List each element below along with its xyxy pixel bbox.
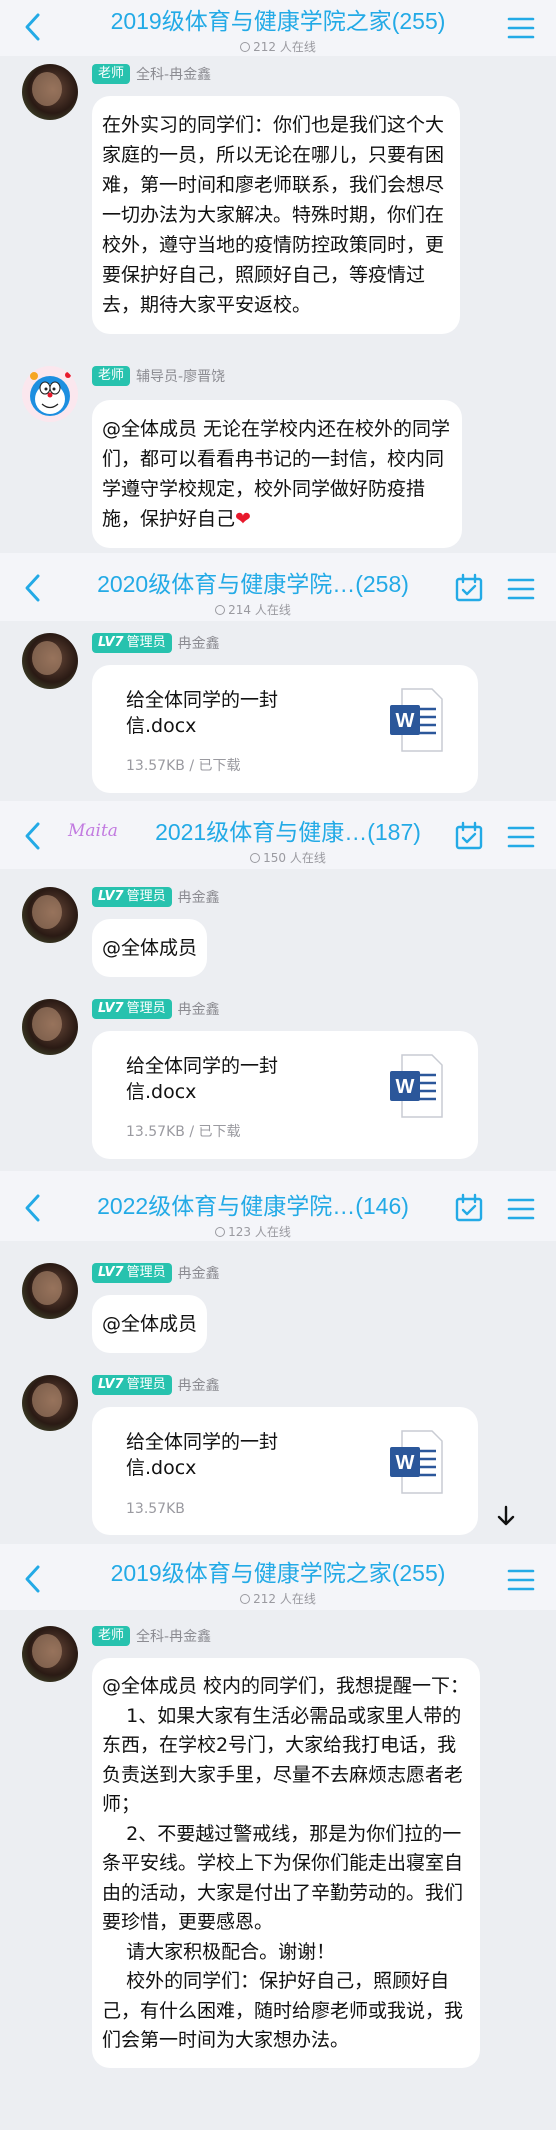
sender-name: 辅导员-廖晋饶 (136, 369, 226, 385)
avatar-doraemon[interactable] (22, 366, 78, 422)
sender-name: 全科-冉金鑫 (136, 1629, 212, 1645)
online-count: 212 人在线 (60, 1590, 496, 1607)
avatar[interactable] (22, 999, 78, 1055)
sender-meta: 老师 辅导员-廖晋饶 (92, 366, 225, 388)
scroll-down-arrow-icon[interactable] (496, 1505, 516, 1527)
word-file-icon: W (388, 1053, 444, 1119)
message-text: @全体成员 (102, 937, 198, 959)
doraemon-icon (30, 372, 71, 416)
online-icon (240, 1594, 251, 1604)
admin-badge: LV7 管理员 (92, 887, 172, 907)
avatar[interactable] (22, 633, 78, 689)
sender-name: 冉金鑫 (177, 636, 220, 652)
online-icon (215, 605, 226, 615)
teacher-badge: 老师 (92, 1626, 131, 1646)
chat-screenshot-5: 2019级体育与健康学院之家(255) 212 人在线 老师 全科-冉金鑫 @全体… (0, 1544, 556, 2130)
admin-badge: LV7 管理员 (92, 1263, 172, 1283)
group-title[interactable]: 2019级体育与健康学院之家(255) (60, 1554, 496, 1588)
avatar[interactable] (22, 64, 78, 120)
sender-meta: LV7 管理员 冉金鑫 (92, 999, 220, 1021)
calendar-check-icon[interactable] (454, 821, 484, 851)
online-icon (215, 1227, 226, 1237)
word-file-icon: W (388, 1429, 444, 1495)
online-count: 123 人在线 (60, 1223, 446, 1240)
file-size: 13.57KB / 已下载 (126, 758, 241, 774)
message-text: @全体成员 无论在学校内还在校外的同学们，都可以看看冉书记的一封信，校内同学遵守… (102, 418, 451, 530)
sender-name: 冉金鑫 (177, 890, 220, 906)
sender-meta: LV7 管理员 冉金鑫 (92, 1263, 220, 1285)
teacher-badge: 老师 (92, 64, 131, 84)
menu-icon[interactable] (506, 1197, 536, 1221)
message-text: @全体成员 校内的同学们，我想提醒一下： 1、如果大家有生活必需品或家里人带的东… (102, 1675, 470, 2051)
chat-header: 2022级体育与健康学院…(146) 123 人在线 (0, 1171, 556, 1241)
message-bubble[interactable]: @全体成员 (92, 919, 208, 977)
sender-meta: LV7 管理员 冉金鑫 (92, 633, 220, 655)
teacher-badge: 老师 (92, 366, 131, 386)
admin-badge: LV7 管理员 (92, 999, 172, 1019)
group-logo: Maita (68, 821, 118, 841)
online-count: 214 人在线 (60, 601, 446, 618)
message-bubble[interactable]: @全体成员 校内的同学们，我想提醒一下： 1、如果大家有生活必需品或家里人带的东… (92, 1658, 480, 2068)
admin-badge: LV7 管理员 (92, 1375, 172, 1395)
sender-meta: LV7 管理员 冉金鑫 (92, 887, 220, 909)
sender-name: 冉金鑫 (177, 1266, 220, 1282)
chat-header: 2019级体育与健康学院之家(255) 212 人在线 (0, 1544, 556, 1610)
sender-meta: 老师 全科-冉金鑫 (92, 1626, 211, 1648)
menu-icon[interactable] (506, 825, 536, 849)
avatar[interactable] (22, 1375, 78, 1431)
heart-icon: ❤ (235, 508, 251, 530)
svg-text:W: W (396, 1452, 415, 1474)
file-size: 13.57KB (126, 1501, 185, 1517)
sender-meta: 老师 全科-冉金鑫 (92, 64, 211, 86)
menu-icon[interactable] (506, 1568, 536, 1592)
file-message[interactable]: 给全体同学的一封信.docx 13.57KB / 已下载 W (92, 665, 478, 793)
online-icon (250, 853, 261, 863)
sender-meta: LV7 管理员 冉金鑫 (92, 1375, 220, 1397)
file-size: 13.57KB / 已下载 (126, 1124, 241, 1140)
group-title[interactable]: 2020级体育与健康学院…(258) (60, 565, 446, 599)
message-text: @全体成员 (102, 1313, 198, 1335)
online-icon (240, 42, 251, 52)
sender-name: 全科-冉金鑫 (136, 67, 212, 83)
admin-badge: LV7 管理员 (92, 633, 172, 653)
svg-text:W: W (396, 710, 415, 732)
sender-name: 冉金鑫 (177, 1002, 220, 1018)
svg-text:W: W (396, 1076, 415, 1098)
back-icon[interactable] (22, 12, 44, 42)
chat-header: 2020级体育与健康学院…(258) 214 人在线 (0, 553, 556, 621)
group-title[interactable]: 2019级体育与健康学院之家(255) (60, 2, 496, 36)
menu-icon[interactable] (506, 577, 536, 601)
word-file-icon: W (388, 687, 444, 753)
back-icon[interactable] (22, 1193, 44, 1223)
calendar-check-icon[interactable] (454, 573, 484, 603)
avatar[interactable] (22, 887, 78, 943)
file-name: 给全体同学的一封信.docx (126, 689, 279, 737)
online-count: 212 人在线 (60, 38, 496, 55)
group-title[interactable]: 2022级体育与健康学院…(146) (60, 1187, 446, 1221)
avatar[interactable] (22, 1263, 78, 1319)
avatar[interactable] (22, 1626, 78, 1682)
chat-screenshot-3: Maita 2021级体育与健康…(187) 150 人在线 LV7 管理员 冉金鑫… (0, 801, 556, 1171)
chat-header: Maita 2021级体育与健康…(187) 150 人在线 (0, 801, 556, 869)
sender-name: 冉金鑫 (177, 1378, 220, 1394)
calendar-check-icon[interactable] (454, 1193, 484, 1223)
group-title[interactable]: 2021级体育与健康…(187) (130, 813, 446, 847)
back-icon[interactable] (22, 821, 44, 851)
file-name: 给全体同学的一封信.docx (126, 1055, 279, 1103)
message-bubble[interactable]: 在外实习的同学们：你们也是我们这个大家庭的一员，所以无论在哪儿，只要有困难，第一… (92, 96, 460, 334)
file-name: 给全体同学的一封信.docx (126, 1431, 279, 1479)
back-icon[interactable] (22, 573, 44, 603)
message-bubble[interactable]: @全体成员 无论在学校内还在校外的同学们，都可以看看冉书记的一封信，校内同学遵守… (92, 400, 462, 548)
message-text: 在外实习的同学们：你们也是我们这个大家庭的一员，所以无论在哪儿，只要有困难，第一… (102, 114, 445, 316)
chat-screenshot-4: 2022级体育与健康学院…(146) 123 人在线 LV7 管理员 冉金鑫 @全体… (0, 1171, 556, 1544)
online-count: 150 人在线 (130, 849, 446, 866)
menu-icon[interactable] (506, 16, 536, 40)
file-message[interactable]: 给全体同学的一封信.docx 13.57KB / 已下载 W (92, 1031, 478, 1159)
file-message[interactable]: 给全体同学的一封信.docx 13.57KB W (92, 1407, 478, 1535)
back-icon[interactable] (22, 1564, 44, 1594)
chat-header: 2019级体育与健康学院之家(255) 212 人在线 (0, 0, 556, 56)
message-bubble[interactable]: @全体成员 (92, 1295, 208, 1353)
chat-screenshot-1: 2019级体育与健康学院之家(255) 212 人在线 老师 全科-冉金鑫 在外实… (0, 0, 556, 553)
chat-screenshot-2: 2020级体育与健康学院…(258) 214 人在线 LV7 管理员 冉金鑫 给全体… (0, 553, 556, 801)
